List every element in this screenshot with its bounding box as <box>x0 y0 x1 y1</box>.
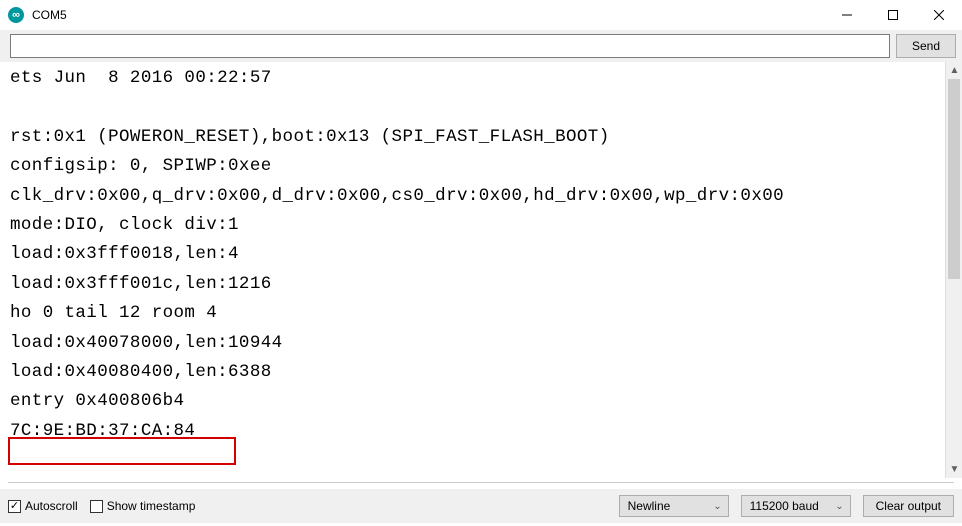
bottom-bar: ✓ Autoscroll Show timestamp Newline ⌄ 11… <box>0 489 962 523</box>
autoscroll-checkbox[interactable]: ✓ Autoscroll <box>8 499 78 513</box>
baud-dropdown[interactable]: 115200 baud ⌄ <box>741 495 851 517</box>
autoscroll-label: Autoscroll <box>25 499 78 513</box>
maximize-button[interactable] <box>870 0 916 30</box>
minimize-icon <box>842 10 852 20</box>
timestamp-checkbox[interactable]: Show timestamp <box>90 499 196 513</box>
send-bar: Send <box>0 30 962 62</box>
scroll-thumb[interactable] <box>948 79 960 279</box>
line-ending-value: Newline <box>628 499 671 513</box>
vertical-scrollbar[interactable]: ▲ ▼ <box>945 62 962 478</box>
line-ending-dropdown[interactable]: Newline ⌄ <box>619 495 729 517</box>
send-button[interactable]: Send <box>896 34 956 58</box>
arduino-icon <box>8 7 24 23</box>
close-icon <box>934 10 944 20</box>
scroll-down-icon[interactable]: ▼ <box>946 461 962 478</box>
window-controls <box>824 0 962 30</box>
timestamp-label: Show timestamp <box>107 499 196 513</box>
scroll-up-icon[interactable]: ▲ <box>946 62 962 79</box>
title-bar: COM5 <box>0 0 962 30</box>
minimize-button[interactable] <box>824 0 870 30</box>
baud-value: 115200 baud <box>750 499 819 513</box>
maximize-icon <box>888 10 898 20</box>
divider <box>8 482 954 483</box>
window-title: COM5 <box>32 8 67 22</box>
chevron-down-icon: ⌄ <box>713 501 721 512</box>
clear-output-button[interactable]: Clear output <box>863 495 954 517</box>
checkbox-icon: ✓ <box>8 500 21 513</box>
serial-input[interactable] <box>10 34 890 58</box>
chevron-down-icon: ⌄ <box>835 501 843 512</box>
checkbox-icon <box>90 500 103 513</box>
serial-output: ets Jun 8 2016 00:22:57 rst:0x1 (POWERON… <box>0 62 945 478</box>
close-button[interactable] <box>916 0 962 30</box>
output-wrap: ets Jun 8 2016 00:22:57 rst:0x1 (POWERON… <box>0 62 962 478</box>
